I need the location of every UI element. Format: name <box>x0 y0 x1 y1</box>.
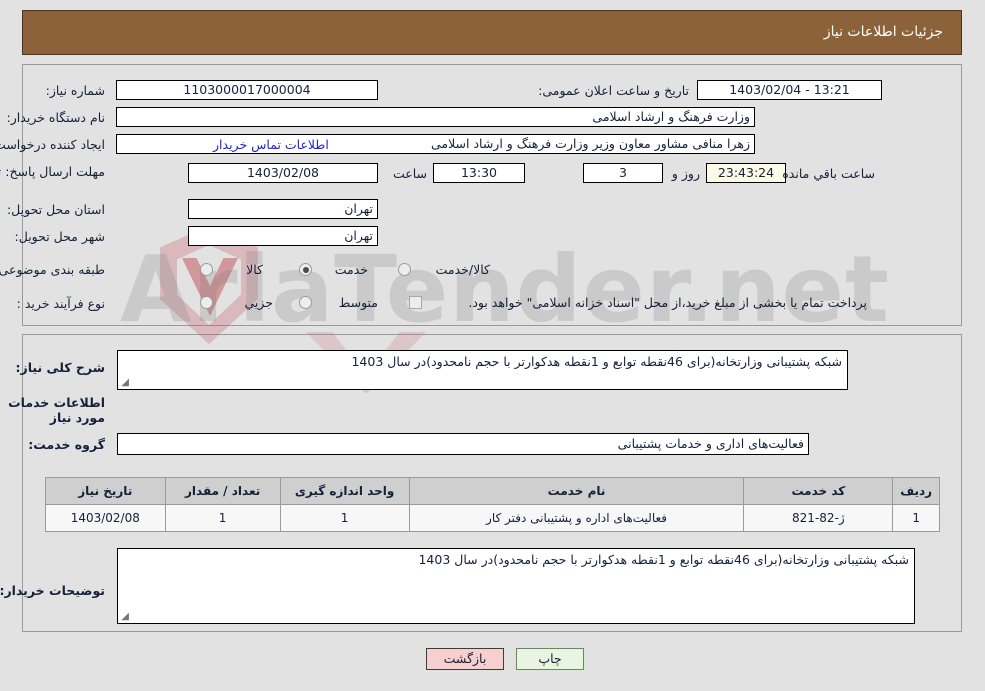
general-description-textarea[interactable]: شبکه پشتیبانی وزارتخانه(برای 46نقطه تواب… <box>117 350 848 390</box>
requester-label: ایجاد کننده درخواست: <box>0 137 105 152</box>
need-summary-panel <box>22 64 962 326</box>
category-label: طبقه بندی موضوعی: <box>0 262 105 277</box>
need-number-value: 1103000017000004 <box>116 80 378 100</box>
resize-handle-icon[interactable]: ◢ <box>121 612 129 622</box>
page-header: جزئیات اطلاعات نیاز <box>22 10 962 55</box>
radio-category-goods-label: کالا <box>246 262 263 277</box>
service-group-value: فعالیت‌های اداری و خدمات پشتیبانی <box>117 433 809 455</box>
column-header-row-no: ردیف <box>892 477 940 505</box>
print-button[interactable]: چاپ <box>516 648 584 670</box>
deadline-time-value: 13:30 <box>433 163 525 183</box>
column-header-service-name: نام خدمت <box>408 477 745 505</box>
purchase-process-label: نوع فرآیند خرید : <box>16 296 105 311</box>
deadline-label: مهلت ارسال پاسخ: تا تاریخ: <box>0 164 105 179</box>
page-title: جزئیات اطلاعات نیاز <box>823 24 943 40</box>
services-section-title: اطلاعات خدمات مورد نیاز <box>8 395 105 425</box>
deadline-date-value: 1403/02/08 <box>188 163 378 183</box>
radio-category-service-label: خدمت <box>334 262 368 277</box>
cell-service-code: ژ-82-821 <box>743 504 894 532</box>
column-header-unit: واحد اندازه گیری <box>279 477 410 505</box>
remaining-days-value: 3 <box>583 163 663 183</box>
buyer-notes-value: شبکه پشتیبانی وزارتخانه(برای 46نقطه تواب… <box>418 552 909 567</box>
radio-process-medium[interactable] <box>299 296 312 309</box>
deadline-time-word: ساعت <box>392 166 427 181</box>
buyer-notes-textarea[interactable]: شبکه پشتیبانی وزارتخانه(برای 46نقطه تواب… <box>117 548 915 624</box>
requester-value: زهرا منافی مشاور معاون وزیر وزارت فرهنگ … <box>116 134 755 154</box>
radio-process-medium-label: متوسط <box>338 295 378 310</box>
radio-category-goods[interactable] <box>200 263 213 276</box>
column-header-quantity: تعداد / مقدار <box>164 477 281 505</box>
radio-category-service[interactable] <box>299 263 312 276</box>
treasury-documents-label: پرداخت تمام یا بخشی از مبلغ خرید،از محل … <box>468 295 867 310</box>
general-description-label: شرح کلی نیاز: <box>15 360 105 375</box>
column-header-service-code: کد خدمت <box>743 477 894 505</box>
delivery-city-label: شهر محل تحویل: <box>14 229 105 244</box>
buyer-notes-label: توضیحات خریدار: <box>0 583 105 598</box>
need-number-label: شماره نیاز: <box>45 83 105 98</box>
cell-need-date: 1403/02/08 <box>45 504 166 532</box>
buyer-org-label: نام دستگاه خریدار: <box>6 110 105 125</box>
table-row: 1 ژ-82-821 فعالیت‌های اداره و پشتیبانی د… <box>45 504 940 532</box>
remaining-days-word: روز و <box>671 166 700 181</box>
buyer-contact-link[interactable]: اطلاعات تماس خریدار <box>213 137 329 152</box>
treasury-documents-checkbox[interactable] <box>409 296 422 309</box>
public-announce-label: تاریخ و ساعت اعلان عمومی: <box>538 83 689 98</box>
table-header-row: ردیف کد خدمت نام خدمت واحد اندازه گیری ت… <box>45 477 940 505</box>
buyer-org-value: وزارت فرهنگ و ارشاد اسلامی <box>116 107 755 127</box>
remaining-hours-word: ساعت باقي مانده <box>782 166 875 181</box>
cell-quantity: 1 <box>164 504 281 532</box>
delivery-city-value: تهران <box>188 226 378 246</box>
radio-category-goods-service[interactable] <box>398 263 411 276</box>
service-group-label: گروه خدمت: <box>28 437 105 452</box>
delivery-province-value: تهران <box>188 199 378 219</box>
radio-process-minor[interactable] <box>200 296 213 309</box>
cell-service-name: فعالیت‌های اداره و پشتیبانی دفتر کار <box>408 504 745 532</box>
public-announce-value: 13:21 - 1403/02/04 <box>697 80 882 100</box>
radio-category-goods-service-label: کالا/خدمت <box>435 262 490 277</box>
cell-unit: 1 <box>279 504 410 532</box>
column-header-need-date: تاریخ نیاز <box>45 477 166 505</box>
radio-process-minor-label: جزیي <box>244 295 273 310</box>
service-items-table: ردیف کد خدمت نام خدمت واحد اندازه گیری ت… <box>45 477 940 532</box>
delivery-province-label: استان محل تحویل: <box>6 202 105 217</box>
back-button[interactable]: بازگشت <box>426 648 504 670</box>
cell-row-no: 1 <box>892 504 940 532</box>
resize-handle-icon[interactable]: ◢ <box>121 378 129 388</box>
countdown-timer: 23:43:24 <box>706 163 786 183</box>
general-description-value: شبکه پشتیبانی وزارتخانه(برای 46نقطه تواب… <box>351 354 842 369</box>
